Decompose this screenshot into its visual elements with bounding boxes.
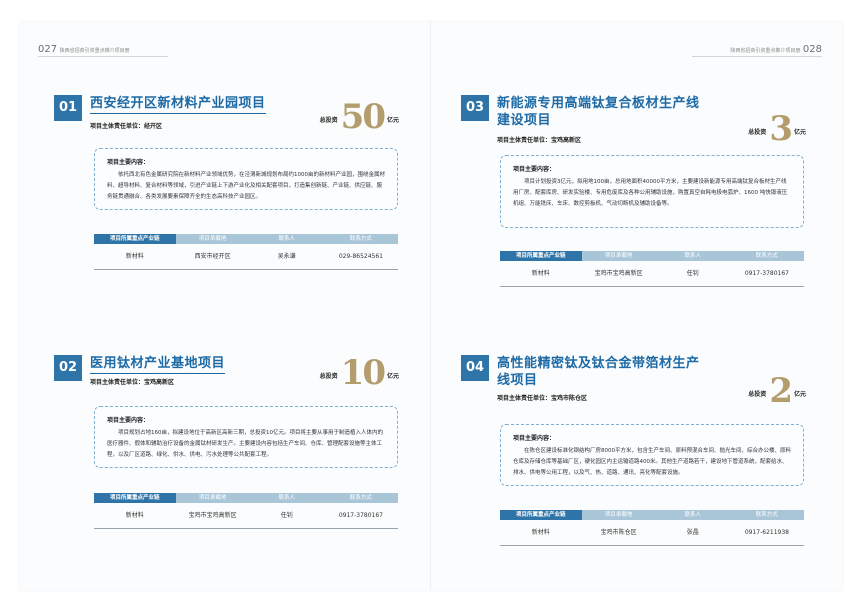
invest-value: 2 [769,371,793,411]
intro-label: 项目主要内容： [107,159,150,166]
project-title: 新能源专用高端钛复合板材生产线建设项目 [497,96,700,128]
project-owner: 项目主体责任单位：宝鸡高新区 [497,137,582,144]
cell-contact: 任钊 [280,512,293,519]
table-header: 项目所属重点产业链 项目承载地 联系人 联系方式 [94,493,398,503]
project-table-03: 项目所属重点产业链 项目承载地 联系人 联系方式 新材料 宝鸡市宝鸡高新区 任钊… [500,251,804,287]
table-row: 新材料 宝鸡市陈仓区 张晶 0917-6211938 [500,520,804,546]
project-number: 02 [54,355,82,381]
table-row: 新材料 西安市经开区 吴永谦 029-86524561 [94,244,398,270]
table-row: 新材料 宝鸡市宝鸡高新区 任钊 0917-3780167 [500,261,804,287]
intro-label: 项目主要内容： [107,417,150,424]
col-location: 项目承载地 [198,495,227,501]
col-location: 项目承载地 [604,253,633,259]
right-running-title: 陕西省招商引资重点推介项目册 [730,48,801,54]
invest-unit: 亿元 [793,391,806,398]
col-location: 项目承载地 [604,512,633,518]
invest-unit: 亿元 [793,129,806,136]
project-intro-01: 项目主要内容： 依托西北有色金属研究院在新材料产业领域优势，在泾渭新城规划布局约… [94,148,398,210]
cell-contact: 张晶 [686,529,699,536]
project-table-02: 项目所属重点产业链 项目承载地 联系人 联系方式 新材料 宝鸡市宝鸡高新区 任钊… [94,493,398,529]
project-investment: 总投资10 亿元 [320,353,399,393]
invest-prefix: 总投资 [319,373,338,380]
project-number: 04 [461,355,489,381]
cell-location: 西安市经开区 [194,253,231,260]
table-header: 项目所属重点产业链 项目承载地 联系人 联系方式 [500,251,804,261]
table-row: 新材料 宝鸡市宝鸡高新区 任钊 0917-3780167 [94,503,398,529]
cell-phone: 0917-6211938 [744,529,789,536]
project-card-03: 03 新能源专用高端钛复合板材生产线建设项目 项目主体责任单位：宝鸡高新区 总投… [461,95,806,153]
project-intro-02: 项目主要内容： 项目规划占地160亩，拟建设地位于高新区高新三期，总投资10亿元… [94,406,398,468]
invest-value: 10 [340,353,386,393]
invest-unit: 亿元 [386,373,399,380]
project-owner: 项目主体责任单位：经开区 [90,123,163,130]
invest-value: 50 [340,97,386,137]
cell-industry-chain: 新材料 [125,253,144,260]
project-table-01: 项目所属重点产业链 项目承载地 联系人 联系方式 新材料 西安市经开区 吴永谦 … [94,234,398,270]
invest-unit: 亿元 [386,117,399,124]
project-card-04: 04 高性能精密钛及钛合金带箔材生产线项目 项目主体责任单位：宝鸡市陈仓区 总投… [461,355,806,413]
cell-contact: 任钊 [686,270,699,277]
project-number: 03 [461,95,489,121]
project-investment: 总投资50 亿元 [320,97,399,137]
cell-location: 宝鸡市宝鸡高新区 [188,512,237,519]
project-title: 医用钛材产业基地项目 [90,355,226,374]
project-title: 高性能精密钛及钛合金带箔材生产线项目 [497,356,700,388]
right-page-number: 028 [802,44,822,55]
invest-prefix: 总投资 [748,129,767,136]
intro-text: 项目规划占地160亩，拟建设地位于高新区高新三期，总投资10亿元。项目将主要从事… [107,430,383,458]
left-page-header: 027 陕西省招商引资重点推介项目册 [38,44,130,55]
left-page-number: 027 [38,44,58,55]
right-header-rule [692,56,822,57]
project-title: 西安经开区新材料产业园项目 [90,95,266,114]
intro-text: 项目计划投资3亿元，拟用地100亩，总用地面积40000平方米，主要建设新能源专… [513,179,788,207]
col-contact: 联系人 [278,236,296,242]
project-owner: 项目主体责任单位：宝鸡高新区 [90,379,175,386]
col-industry-chain: 项目所属重点产业链 [500,510,582,520]
col-industry-chain: 项目所属重点产业链 [500,251,582,261]
project-owner: 项目主体责任单位：宝鸡市陈仓区 [497,395,588,402]
cell-contact: 吴永谦 [277,253,296,260]
col-industry-chain: 项目所属重点产业链 [94,234,176,244]
col-phone: 联系方式 [755,253,778,259]
cell-phone: 029-86524561 [338,253,383,260]
project-card-01: 01 西安经开区新材料产业园项目 项目主体责任单位：经开区 总投资50 亿元 [54,95,399,153]
intro-text: 在陈仓区建设标准化钢结构厂房8000平方米，包含生产车间、原料预混合车间、抛光车… [513,448,792,476]
col-contact: 联系人 [684,512,702,518]
left-header-rule [38,56,168,57]
cell-location: 宝鸡市陈仓区 [600,529,637,536]
cell-phone: 0917-3780167 [338,512,383,519]
table-header: 项目所属重点产业链 项目承载地 联系人 联系方式 [94,234,398,244]
col-industry-chain: 项目所属重点产业链 [94,493,176,503]
col-contact: 联系人 [278,495,296,501]
project-intro-04: 项目主要内容： 在陈仓区建设标准化钢结构厂房8000平方米，包含生产车间、原料预… [500,424,804,486]
project-intro-03: 项目主要内容： 项目计划投资3亿元，拟用地100亩，总用地面积40000平方米，… [500,155,804,228]
cell-phone: 0917-3780167 [744,270,789,277]
col-phone: 联系方式 [755,512,778,518]
book-spine [430,22,431,590]
right-page-header: 陕西省招商引资重点推介项目册 028 [730,44,822,55]
intro-label: 项目主要内容： [513,435,556,442]
cell-industry-chain: 新材料 [531,270,550,277]
col-contact: 联系人 [684,253,702,259]
invest-prefix: 总投资 [319,117,338,124]
invest-prefix: 总投资 [748,391,767,398]
table-header: 项目所属重点产业链 项目承载地 联系人 联系方式 [500,510,804,520]
cell-industry-chain: 新材料 [531,529,550,536]
project-investment: 总投资2 亿元 [748,371,806,411]
project-number: 01 [54,95,82,121]
col-location: 项目承载地 [198,236,227,242]
col-phone: 联系方式 [349,236,372,242]
project-table-04: 项目所属重点产业链 项目承载地 联系人 联系方式 新材料 宝鸡市陈仓区 张晶 0… [500,510,804,546]
left-running-title: 陕西省招商引资重点推介项目册 [59,48,130,54]
intro-text: 依托西北有色金属研究院在新材料产业领域优势，在泾渭新城规划布局约1000亩的新材… [107,172,386,200]
project-investment: 总投资3 亿元 [748,109,806,149]
cell-location: 宝鸡市宝鸡高新区 [594,270,643,277]
col-phone: 联系方式 [349,495,372,501]
intro-label: 项目主要内容： [513,166,556,173]
cell-industry-chain: 新材料 [125,512,144,519]
project-card-02: 02 医用钛材产业基地项目 项目主体责任单位：宝鸡高新区 总投资10 亿元 [54,353,399,413]
invest-value: 3 [769,109,793,149]
